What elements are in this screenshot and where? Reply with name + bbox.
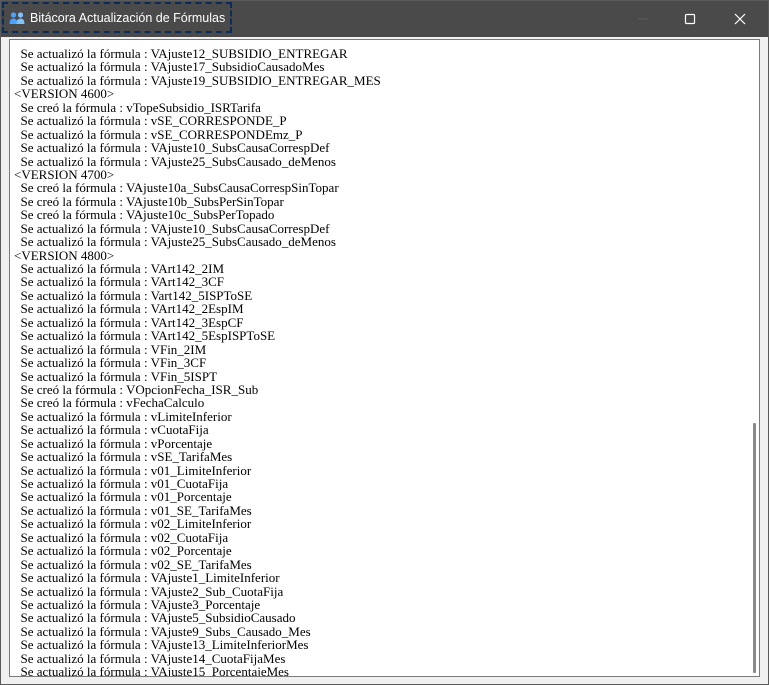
log-line: Se actualizó la fórmula : VAjuste10_Subs… bbox=[14, 220, 330, 236]
close-button[interactable] bbox=[715, 1, 765, 37]
log-line: Se actualizó la fórmula : vLimiteInferio… bbox=[14, 408, 232, 424]
log-line: Se actualizó la fórmula : v02_SE_TarifaM… bbox=[14, 556, 252, 572]
log-line: Se actualizó la fórmula : VArt142_2EspIM bbox=[14, 301, 244, 317]
log-line: Se actualizó la fórmula : VFin_2IM bbox=[14, 341, 207, 357]
close-icon bbox=[734, 13, 746, 25]
log-line: Se actualizó la fórmula : VArt142_3CF bbox=[14, 274, 225, 290]
log-line: Se actualizó la fórmula : VAjuste9_Subs_… bbox=[14, 623, 311, 639]
log-line: Se actualizó la fórmula : VAjuste3_Porce… bbox=[14, 596, 261, 612]
log-line: Se creó la fórmula : VAjuste10c_SubsPerT… bbox=[14, 207, 275, 223]
log-line: Se creó la fórmula : VAjuste10b_SubsPerS… bbox=[14, 193, 284, 209]
log-line: Se actualizó la fórmula : vSE_CORRESPOND… bbox=[14, 113, 287, 129]
log-line: Se actualizó la fórmula : VAjuste19_SUBS… bbox=[14, 72, 381, 88]
log-line: Se actualizó la fórmula : VFin_5ISPT bbox=[14, 368, 218, 384]
log-line: Se actualizó la fórmula : v01_Porcentaje bbox=[14, 489, 232, 505]
log-line: Se actualizó la fórmula : vCuotaFija bbox=[14, 422, 209, 438]
log-line: Se creó la fórmula : vTopeSubsidio_ISRTa… bbox=[14, 99, 261, 115]
scrollbar-thumb[interactable] bbox=[753, 423, 756, 673]
log-line: Se actualizó la fórmula : VAjuste17_Subs… bbox=[14, 59, 325, 75]
log-text-area[interactable]: Se actualizó la fórmula : VAjuste12_SUBS… bbox=[9, 39, 760, 677]
vertical-scrollbar[interactable] bbox=[750, 40, 759, 676]
log-line: Se creó la fórmula : vFechaCalculo bbox=[14, 395, 205, 411]
log-content: Se actualizó la fórmula : VAjuste12_SUBS… bbox=[14, 46, 381, 677]
log-line: Se actualizó la fórmula : VAjuste13_Limi… bbox=[14, 637, 309, 653]
log-line: <VERSION 4600> bbox=[14, 86, 115, 102]
title-bar[interactable]: Bitácora Actualización de Fórmulas bbox=[1, 1, 768, 37]
log-line: <VERSION 4800> bbox=[14, 247, 115, 263]
log-line: Se actualizó la fórmula : VAjuste25_Subs… bbox=[14, 234, 336, 250]
log-line: <VERSION 4700> bbox=[14, 166, 115, 182]
log-line: Se actualizó la fórmula : vPorcentaje bbox=[14, 435, 213, 451]
log-line: Se actualizó la fórmula : v02_LimiteInfe… bbox=[14, 516, 252, 532]
log-line: Se actualizó la fórmula : VFin_3CF bbox=[14, 355, 207, 371]
log-line: Se actualizó la fórmula : VAjuste10_Subs… bbox=[14, 140, 330, 156]
maximize-button[interactable] bbox=[665, 1, 715, 37]
log-line: Se actualizó la fórmula : v01_CuotaFija bbox=[14, 476, 229, 491]
log-line: Se actualizó la fórmula : VAjuste14_Cuot… bbox=[14, 650, 286, 666]
log-line: Se actualizó la fórmula : vSE_TarifaMes bbox=[14, 449, 233, 465]
log-line: Se actualizó la fórmula : v02_Porcentaje bbox=[14, 543, 232, 559]
maximize-icon bbox=[684, 13, 696, 25]
log-line: Se creó la fórmula : VAjuste10a_SubsCaus… bbox=[14, 180, 339, 196]
minimize-icon bbox=[638, 18, 648, 20]
log-line: Se actualizó la fórmula : v02_CuotaFija bbox=[14, 529, 229, 545]
log-line: Se actualizó la fórmula : VArt142_2IM bbox=[14, 261, 225, 276]
log-line: Se actualizó la fórmula : VAjuste1_Limit… bbox=[14, 570, 280, 586]
log-line: Se actualizó la fórmula : v01_SE_TarifaM… bbox=[14, 502, 252, 518]
log-line: Se actualizó la fórmula : VAjuste15_Porc… bbox=[14, 664, 289, 677]
log-line: Se actualizó la fórmula : VAjuste12_SUBS… bbox=[14, 46, 348, 61]
log-line: Se actualizó la fórmula : VArt142_3EspCF bbox=[14, 314, 244, 330]
log-line: Se actualizó la fórmula : v01_LimiteInfe… bbox=[14, 462, 252, 478]
log-line: Se creó la fórmula : VOpcionFecha_ISR_Su… bbox=[14, 381, 259, 397]
log-line: Se actualizó la fórmula : VAjuste25_Subs… bbox=[14, 153, 336, 169]
log-line: Se actualizó la fórmula : Vart142_5ISPTo… bbox=[14, 287, 253, 303]
log-window: Bitácora Actualización de Fórmulas Se ac… bbox=[0, 0, 769, 685]
log-line: Se actualizó la fórmula : vSE_CORRESPOND… bbox=[14, 126, 303, 142]
window-title: Bitácora Actualización de Fórmulas bbox=[30, 11, 226, 25]
minimize-button[interactable] bbox=[618, 1, 668, 37]
log-line: Se actualizó la fórmula : VArt142_5EspIS… bbox=[14, 328, 276, 344]
log-line: Se actualizó la fórmula : VAjuste2_Sub_C… bbox=[14, 583, 284, 599]
log-line: Se actualizó la fórmula : VAjuste5_Subsi… bbox=[14, 610, 296, 626]
people-icon bbox=[9, 12, 25, 24]
